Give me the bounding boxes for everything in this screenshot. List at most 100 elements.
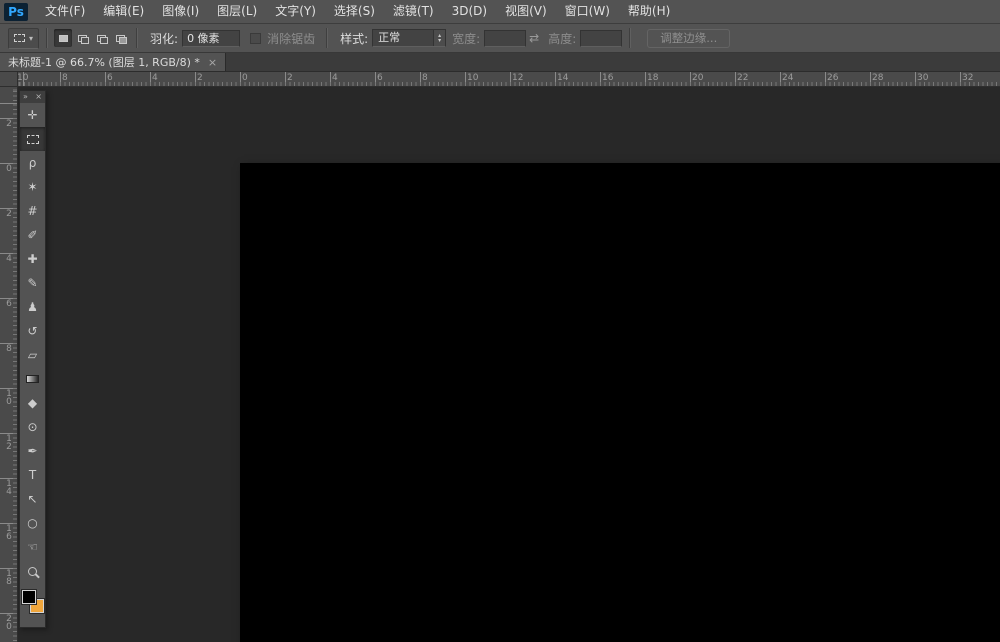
document-canvas[interactable] — [240, 163, 1000, 642]
feather-label: 羽化: — [150, 30, 178, 47]
height-input[interactable] — [580, 30, 622, 47]
h-ruler-label: 10 — [467, 73, 478, 83]
blur-tool[interactable]: ◆ — [20, 391, 45, 415]
selection-mode-group — [54, 29, 129, 47]
v-ruler-label: 4 — [4, 255, 14, 263]
zoom-icon — [28, 567, 37, 576]
ruler-corner — [0, 72, 18, 87]
crop-tool[interactable]: # — [20, 199, 45, 223]
new-selection-button[interactable] — [54, 29, 72, 47]
brush-tool[interactable]: ✎ — [20, 271, 45, 295]
lasso-tool[interactable]: ρ — [20, 151, 45, 175]
h-ruler-label: 22 — [737, 73, 748, 83]
pen-tool[interactable]: ✒ — [20, 439, 45, 463]
style-select[interactable]: 正常 ▴ ▾ — [372, 29, 446, 47]
dodge-tool[interactable]: ⊙ — [20, 415, 45, 439]
pen-icon: ✒ — [27, 445, 37, 457]
document-title: 未标题-1 @ 66.7% (图层 1, RGB/8) * — [8, 54, 200, 70]
document-tab[interactable]: 未标题-1 @ 66.7% (图层 1, RGB/8) * × — [0, 53, 226, 71]
refine-edge-button[interactable]: 调整边缘... — [647, 29, 730, 48]
v-ruler-label: 1 0 — [4, 390, 14, 406]
h-ruler-label: 10 — [18, 73, 28, 83]
ruler-minor-ticks — [18, 82, 1000, 86]
close-tab-icon[interactable]: × — [208, 56, 217, 69]
menu-item[interactable]: 帮助(H) — [619, 0, 679, 23]
divider — [46, 28, 47, 48]
swap-dimensions-icon[interactable]: ⇄ — [529, 31, 539, 45]
ellipse-tool[interactable]: ○ — [20, 511, 45, 535]
h-ruler-label: 26 — [827, 73, 838, 83]
v-ruler-label: 1 8 — [4, 570, 14, 586]
menu-item[interactable]: 3D(D) — [443, 0, 496, 23]
menu-item[interactable]: 文件(F) — [36, 0, 94, 23]
eraser-tool[interactable]: ▱ — [20, 343, 45, 367]
h-ruler-label: 2 — [197, 73, 203, 83]
tools-panel: » × ✛ ρ ✶ # ✐ ✚ ✎ ♟↺▱ ◆ ⊙ ✒ T↖○☜ — [19, 90, 46, 628]
tools-panel-header: » × — [20, 91, 45, 103]
options-bar: ▾ 羽化: 0 像素 消除锯齿 样式: 正常 ▴ — [0, 24, 1000, 53]
color-swatches — [20, 587, 45, 627]
menu-items: 文件(F)编辑(E)图像(I)图层(L)文字(Y)选择(S)滤镜(T)3D(D)… — [36, 0, 679, 23]
crop-icon: # — [27, 205, 37, 217]
history-brush-tool[interactable]: ↺ — [20, 319, 45, 343]
type-tool[interactable]: T — [20, 463, 45, 487]
divider — [629, 28, 630, 48]
photoshop-logo-icon: Ps — [4, 3, 28, 21]
v-ruler-label: 1 2 — [4, 435, 14, 451]
menu-item[interactable]: 文字(Y) — [266, 0, 325, 23]
v-ruler-label: 2 0 — [4, 615, 14, 631]
h-ruler-label: 6 — [107, 73, 113, 83]
close-panel-icon[interactable]: × — [35, 92, 42, 102]
add-to-selection-button[interactable] — [73, 29, 91, 47]
gradient-tool[interactable] — [20, 367, 45, 391]
antialias-checkbox[interactable] — [250, 33, 261, 44]
style-value: 正常 — [373, 30, 433, 46]
hand-tool[interactable]: ☜ — [20, 535, 45, 559]
menu-bar: Ps 文件(F)编辑(E)图像(I)图层(L)文字(Y)选择(S)滤镜(T)3D… — [0, 0, 1000, 24]
clone-stamp-tool[interactable]: ♟ — [20, 295, 45, 319]
antialias-label: 消除锯齿 — [267, 30, 315, 47]
ruler-horizontal[interactable]: 10864202468101214161820222426283032 — [18, 72, 1000, 87]
subtract-from-selection-button[interactable] — [92, 29, 110, 47]
ruler-vertical[interactable]: 2024681 01 21 41 61 82 0 — [0, 87, 18, 642]
spinner-arrows-icon[interactable]: ▴ ▾ — [433, 30, 445, 46]
new-selection-icon — [59, 35, 68, 42]
path-selection-tool[interactable]: ↖ — [20, 487, 45, 511]
h-ruler-label: 30 — [917, 73, 928, 83]
menu-item[interactable]: 图层(L) — [208, 0, 266, 23]
menu-item[interactable]: 窗口(W) — [556, 0, 619, 23]
menu-item[interactable]: 视图(V) — [496, 0, 556, 23]
tool-preset-button[interactable]: ▾ — [8, 28, 39, 49]
feather-input[interactable]: 0 像素 — [182, 30, 240, 47]
healing-brush-icon: ✚ — [27, 253, 37, 265]
blur-icon: ◆ — [28, 397, 37, 409]
rectangular-marquee-tool[interactable] — [20, 127, 45, 151]
width-input[interactable] — [484, 30, 526, 47]
intersect-selection-button[interactable] — [111, 29, 129, 47]
v-ruler-label: 8 — [4, 345, 14, 353]
h-ruler-label: 20 — [692, 73, 703, 83]
eyedropper-icon: ✐ — [27, 229, 37, 241]
v-ruler-label: 1 4 — [4, 480, 14, 496]
h-ruler-label: 32 — [962, 73, 973, 83]
menu-item[interactable]: 编辑(E) — [94, 0, 153, 23]
foreground-color-swatch[interactable] — [22, 590, 36, 604]
move-tool[interactable]: ✛ — [20, 103, 45, 127]
menu-item[interactable]: 选择(S) — [325, 0, 384, 23]
menu-item[interactable]: 图像(I) — [153, 0, 208, 23]
rectangular-marquee-icon — [27, 135, 39, 144]
zoom-tool[interactable] — [20, 559, 45, 583]
brush-icon: ✎ — [27, 277, 37, 289]
pasteboard — [18, 87, 1000, 642]
divider — [136, 28, 137, 48]
subtract-from-selection-icon — [97, 35, 106, 42]
menu-item[interactable]: 滤镜(T) — [384, 0, 443, 23]
magic-wand-tool[interactable]: ✶ — [20, 175, 45, 199]
intersect-selection-icon — [116, 35, 125, 42]
eyedropper-tool[interactable]: ✐ — [20, 223, 45, 247]
healing-brush-tool[interactable]: ✚ — [20, 247, 45, 271]
h-ruler-label: 28 — [872, 73, 883, 83]
magic-wand-icon: ✶ — [27, 181, 37, 193]
document-tab-bar: 未标题-1 @ 66.7% (图层 1, RGB/8) * × — [0, 53, 1000, 72]
expand-panel-icon[interactable]: » — [23, 92, 28, 102]
